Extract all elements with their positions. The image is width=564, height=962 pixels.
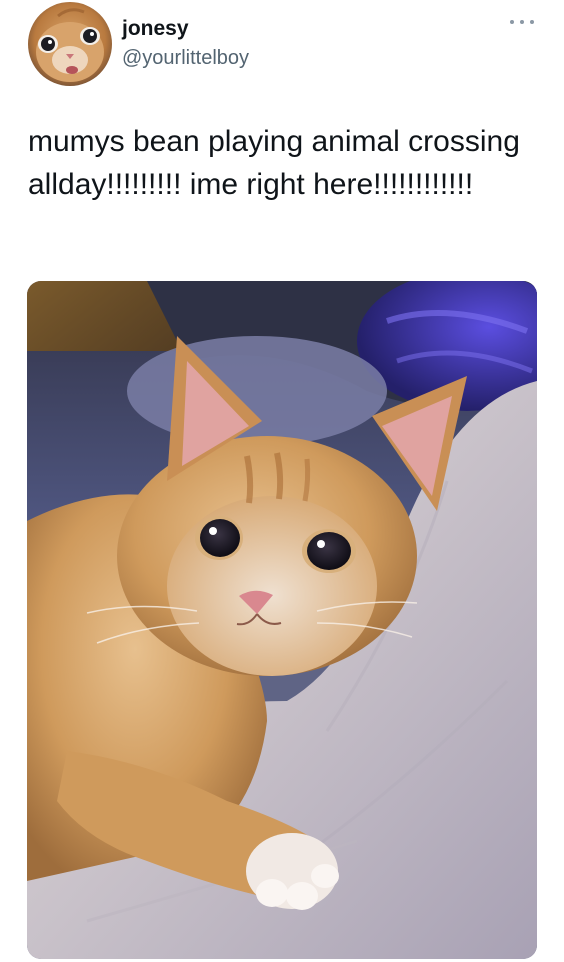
user-info: jonesy @yourlittelboy — [122, 16, 249, 71]
tweet-text: mumys bean playing animal crossing allda… — [28, 125, 520, 201]
more-options-icon[interactable] — [510, 16, 534, 28]
kitten-photo-icon — [27, 281, 537, 959]
avatar[interactable] — [28, 2, 112, 86]
tweet-header: jonesy @yourlittelboy — [28, 2, 536, 88]
kitten-avatar-icon — [28, 2, 112, 86]
tweet-card: jonesy @yourlittelboy mumys bean playing… — [0, 0, 564, 962]
user-handle[interactable]: @yourlittelboy — [122, 45, 249, 71]
more-dot — [520, 20, 524, 24]
display-name[interactable]: jonesy — [122, 16, 249, 42]
more-dot — [530, 20, 534, 24]
more-dot — [510, 20, 514, 24]
tweet-media[interactable] — [27, 281, 537, 959]
